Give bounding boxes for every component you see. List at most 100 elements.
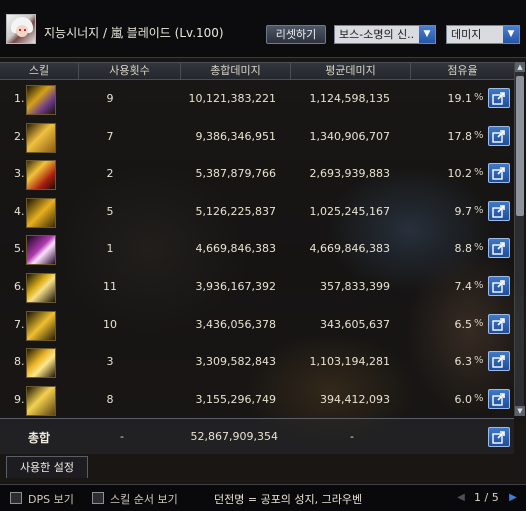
table-row: 4. 5 5,126,225,837 1,025,245,167 9.7% (0, 193, 514, 231)
table-row: 5. 1 4,669,846,383 4,669,846,383 8.8% (0, 230, 514, 268)
table-row: 6. 11 3,936,167,392 357,833,399 7.4% (0, 268, 514, 306)
row-uses: 8 (106, 392, 114, 406)
row-share: 6.5 (454, 317, 473, 331)
footer-bar: DPS 보기 스킬 순서 보기 던전명 = 공포의 성지, 그라우벤 ◀ 1 /… (0, 484, 526, 511)
percent-sign: % (474, 355, 484, 367)
export-icon[interactable] (488, 313, 510, 334)
metric-select[interactable]: 데미지 ▼ (446, 25, 520, 44)
total-uses: - (120, 430, 124, 443)
scroll-up-icon[interactable]: ▲ (515, 62, 525, 72)
row-index: 5. (14, 242, 25, 256)
character-avatar (6, 14, 36, 44)
row-total-damage: 3,436,056,378 (195, 317, 276, 331)
percent-sign: % (474, 317, 484, 329)
export-icon[interactable] (488, 351, 510, 372)
tab-used-settings[interactable]: 사용한 설정 (6, 456, 88, 478)
skill-9-icon (26, 385, 56, 416)
export-icon[interactable] (488, 200, 510, 221)
row-index: 2. (14, 129, 25, 143)
row-share: 17.8 (447, 129, 473, 143)
skill-order-checkbox-label: 스킬 순서 보기 (110, 493, 178, 506)
mode-select-value: 보스-소명의 신.. (339, 28, 415, 41)
damage-meter-panel: 지능시너지 / 嵐 블레이드 (Lv.100) 리셋하기 보스-소명의 신.. … (0, 0, 526, 511)
percent-sign: % (474, 167, 484, 179)
percent-sign: % (474, 392, 484, 404)
total-avg: - (350, 430, 354, 443)
export-icon[interactable] (488, 163, 510, 184)
column-header-uses: 사용횟수 (78, 63, 180, 79)
prev-page-icon[interactable]: ◀ (454, 490, 468, 506)
character-name: 지능시너지 / 嵐 블레이드 (Lv.100) (44, 26, 224, 40)
next-page-icon[interactable]: ▶ (506, 490, 520, 506)
scroll-thumb[interactable] (516, 76, 524, 216)
row-uses: 11 (103, 280, 117, 293)
export-icon[interactable] (488, 125, 510, 146)
dungeon-name: 던전명 = 공포의 성지, 그라우벤 (214, 493, 363, 506)
table-scrollbar[interactable]: ▲ ▼ (514, 62, 525, 416)
row-share: 6.3 (454, 355, 473, 369)
row-total-damage: 4,669,846,383 (195, 242, 276, 256)
chevron-down-icon[interactable]: ▼ (419, 26, 435, 43)
scroll-down-icon[interactable]: ▼ (515, 406, 525, 416)
export-icon[interactable] (488, 238, 510, 259)
export-icon[interactable] (488, 388, 510, 409)
column-header-share: 점유율 (410, 63, 514, 79)
row-index: 6. (14, 280, 25, 293)
export-icon[interactable] (488, 88, 510, 108)
row-avg-damage: 2,693,939,883 (309, 167, 390, 181)
export-icon[interactable] (488, 427, 510, 447)
table-row: 9. 8 3,155,296,749 394,412,093 6.0% (0, 381, 514, 419)
row-avg-damage: 1,124,598,135 (309, 92, 390, 105)
table-row: 3. 2 5,387,879,766 2,693,939,883 10.2% (0, 155, 514, 193)
skill-1-icon (26, 85, 56, 115)
table-row: 7. 10 3,436,056,378 343,605,637 6.5% (0, 306, 514, 344)
row-index: 9. (14, 392, 25, 406)
total-row: 총합 - 52,867,909,354 - (0, 418, 514, 454)
skill-6-icon (26, 273, 56, 303)
row-total-damage: 5,126,225,837 (195, 204, 276, 218)
column-header-avg: 평균데미지 (290, 63, 410, 79)
row-avg-damage: 1,025,245,167 (309, 204, 390, 218)
percent-sign: % (474, 280, 484, 291)
row-avg-damage: 1,340,906,707 (309, 129, 390, 143)
row-total-damage: 10,121,383,221 (188, 92, 276, 105)
metric-select-value: 데미지 (451, 28, 482, 41)
row-share: 19.1 (447, 92, 473, 105)
reset-button[interactable]: 리셋하기 (266, 25, 326, 44)
row-avg-damage: 357,833,399 (320, 280, 390, 293)
percent-sign: % (474, 204, 484, 216)
percent-sign: % (474, 242, 484, 254)
row-total-damage: 5,387,879,766 (195, 167, 276, 181)
row-avg-damage: 1,103,194,281 (309, 355, 390, 369)
row-share: 7.4 (454, 280, 473, 293)
row-index: 4. (14, 204, 25, 218)
mode-select[interactable]: 보스-소명의 신.. ▼ (334, 25, 436, 44)
column-header-skill: 스킬 (28, 64, 50, 77)
row-index: 1. (14, 92, 25, 105)
export-icon[interactable] (488, 276, 510, 296)
row-avg-damage: 394,412,093 (320, 392, 390, 406)
row-share: 10.2 (447, 167, 473, 181)
row-avg-damage: 4,669,846,383 (309, 242, 390, 256)
skill-5-icon (26, 235, 56, 266)
row-share: 6.0 (454, 392, 473, 406)
total-label: 총합 (28, 431, 51, 445)
percent-sign: % (474, 129, 484, 141)
row-total-damage: 3,155,296,749 (195, 392, 276, 406)
chevron-down-icon[interactable]: ▼ (503, 26, 519, 43)
skill-order-checkbox[interactable] (92, 492, 104, 504)
dps-checkbox[interactable] (10, 492, 22, 504)
row-share: 8.8 (454, 242, 473, 256)
table-row: 8. 3 3,309,582,843 1,103,194,281 6.3% (0, 343, 514, 381)
row-total-damage: 9,386,346,951 (195, 129, 276, 143)
row-uses: 3 (106, 355, 114, 369)
percent-sign: % (474, 92, 484, 103)
row-avg-damage: 343,605,637 (320, 317, 390, 331)
row-uses: 9 (106, 92, 114, 105)
row-uses: 5 (106, 204, 114, 218)
total-damage: 52,867,909,354 (190, 430, 278, 443)
row-uses: 1 (106, 242, 114, 256)
skill-4-icon (26, 197, 56, 228)
column-header-total: 총합데미지 (180, 63, 290, 79)
row-index: 8. (14, 355, 25, 369)
